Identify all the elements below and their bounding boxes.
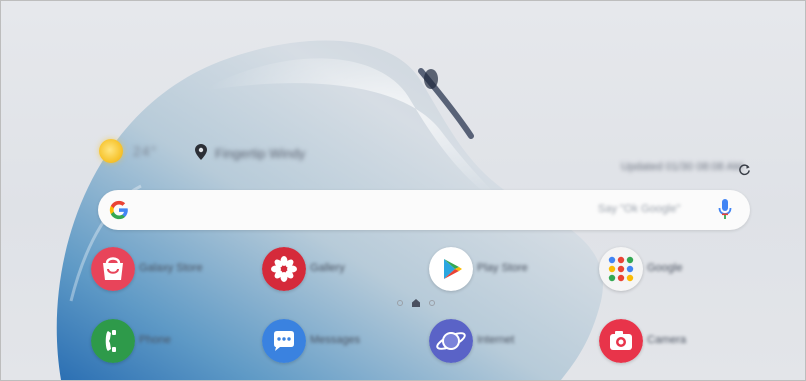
app-phone[interactable]: Phone: [91, 319, 201, 369]
app-label: Camera: [647, 334, 687, 346]
app-gallery[interactable]: Gallery: [262, 247, 372, 297]
store-bag-icon: [91, 247, 135, 291]
voice-hint: Say "Ok Google": [598, 203, 681, 215]
app-google-folder[interactable]: Google: [599, 247, 709, 297]
camera-icon: [599, 319, 643, 363]
sun-icon: [99, 139, 123, 163]
page-dot[interactable]: [429, 300, 435, 306]
app-play-store[interactable]: Play Store: [429, 247, 539, 297]
google-g-icon: [109, 200, 128, 220]
folder-grid-icon: [599, 247, 643, 291]
app-messages[interactable]: Messages: [262, 319, 372, 369]
page-dot[interactable]: [397, 300, 403, 306]
updated-time: Updated 01/30 08:08 AM: [621, 161, 743, 173]
planet-icon: [429, 319, 473, 363]
location-label: Fingertip Windy: [215, 146, 306, 161]
google-search-bar[interactable]: Say "Ok Google": [98, 190, 750, 230]
weather-widget[interactable]: 24°: [99, 139, 157, 163]
microphone-icon[interactable]: [718, 199, 732, 221]
app-internet[interactable]: Internet: [429, 319, 539, 369]
temperature: 24°: [133, 143, 158, 159]
app-label: Internet: [477, 334, 515, 346]
app-label: Google: [647, 262, 683, 274]
chat-bubble-icon: [262, 319, 306, 363]
app-galaxy-store[interactable]: Galaxy Store: [91, 247, 203, 297]
home-page-icon[interactable]: [412, 299, 420, 307]
phone-icon: [91, 319, 135, 363]
app-label: Gallery: [310, 262, 345, 274]
app-camera[interactable]: Camera: [599, 319, 709, 369]
app-label: Play Store: [477, 262, 528, 274]
page-indicator[interactable]: [397, 299, 435, 307]
app-label: Galaxy Store: [139, 262, 203, 274]
location-pin-icon: [195, 144, 207, 160]
refresh-icon[interactable]: [738, 163, 751, 176]
app-label: Messages: [310, 334, 361, 346]
play-triangle-icon: [429, 247, 473, 291]
home-screen: 24° Fingertip Windy Updated 01/30 08:08 …: [0, 0, 806, 381]
flower-icon: [262, 247, 306, 291]
app-label: Phone: [139, 334, 171, 346]
